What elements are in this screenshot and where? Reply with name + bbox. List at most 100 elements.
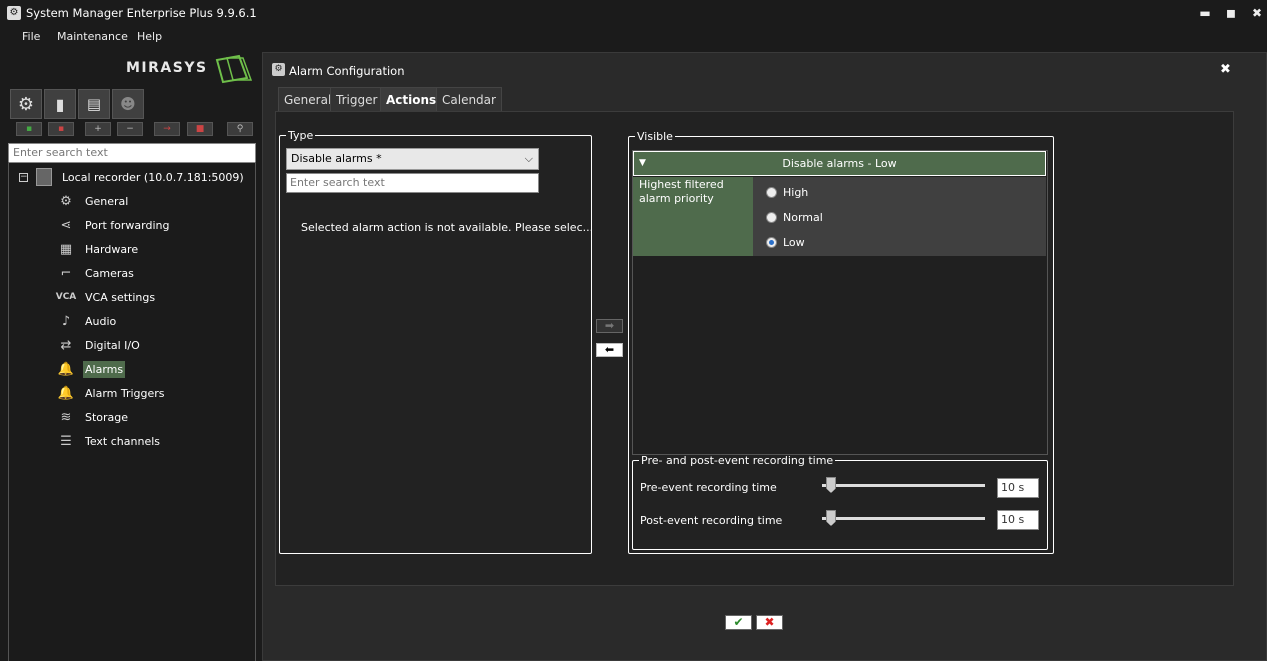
tree-item-storage[interactable]: ≋ Storage (56, 407, 130, 427)
sidebar-tab-users[interactable]: ☻ (112, 89, 144, 119)
gear-app-icon: ⚙ (7, 6, 21, 20)
collapse-triangle-icon: ▼ (639, 158, 646, 168)
microphone-icon: ♪ (61, 313, 71, 329)
expand-all-button[interactable]: + (85, 122, 111, 136)
tab-actions[interactable]: Actions (380, 87, 443, 111)
server-icon: ▮ (55, 94, 65, 114)
tree-item-label: Alarms (83, 360, 126, 378)
type-search-input[interactable]: Enter search text (286, 173, 539, 193)
minimize-button[interactable]: ▬ (1196, 4, 1214, 22)
connect-button[interactable]: ⚲ (227, 122, 253, 136)
visible-item-header[interactable]: ▼ Disable alarms - Low (633, 151, 1046, 176)
remove-device-icon: ▪ (57, 124, 65, 134)
tree-item-alarms[interactable]: 🔔 Alarms (56, 359, 126, 379)
sidebar-tab-settings[interactable]: ⚙ (10, 89, 42, 119)
not-available-message: Selected alarm action is not available. … (301, 221, 594, 234)
move-right-button[interactable]: ➡ (596, 319, 623, 333)
dialog-close-button[interactable]: ✖ (1220, 62, 1231, 77)
recorder-icon (36, 168, 52, 186)
tree-item-hardware[interactable]: ▦ Hardware (56, 239, 140, 259)
menu-maintenance[interactable]: Maintenance (57, 30, 128, 43)
pre-event-label: Pre-event recording time (640, 481, 777, 494)
gear-icon: ⚙ (272, 63, 285, 76)
action-type-select[interactable]: Disable alarms * ⌵ (286, 148, 539, 170)
radio-normal[interactable]: Normal (766, 211, 823, 224)
cross-icon: ✖ (764, 615, 775, 629)
tree-item-general[interactable]: ⚙ General (56, 191, 130, 211)
move-button[interactable]: → (154, 122, 180, 136)
tree-root-label: Local recorder (10.0.7.181:5009) (62, 170, 244, 184)
tree-item-cameras[interactable]: ⌐ Cameras (56, 263, 136, 283)
users-icon: ☻ (120, 95, 136, 113)
brand-logo-text: MIRASYS (126, 60, 208, 76)
radio-high-label: High (783, 186, 809, 199)
plug-icon: ⚲ (236, 124, 244, 134)
tree-item-label: Audio (85, 314, 117, 328)
add-device-icon: ▪ (25, 124, 33, 134)
tree-item-label: General (85, 194, 129, 208)
post-event-value[interactable]: 10 s (997, 510, 1039, 530)
radio-circle-icon (766, 212, 777, 223)
radio-low[interactable]: Low (766, 236, 805, 249)
radio-selected-icon (766, 237, 777, 248)
visible-item-label: Disable alarms - Low (782, 157, 897, 170)
tree-root-local-recorder[interactable]: − Local recorder (10.0.7.181:5009) (19, 168, 244, 186)
sidebar-search-input[interactable]: Enter search text (8, 143, 256, 163)
share-icon: ⋖ (60, 217, 72, 233)
tree-item-label: Digital I/O (85, 338, 140, 352)
radio-normal-label: Normal (783, 211, 823, 224)
move-left-button[interactable]: ⬅ (596, 343, 623, 357)
tree-item-label: Port forwarding (85, 218, 170, 232)
tree-item-label: Hardware (85, 242, 139, 256)
vca-icon: VCA (55, 292, 77, 302)
ok-button[interactable]: ✔ (725, 615, 752, 630)
tree-item-digital-i-o[interactable]: ⇄ Digital I/O (56, 335, 142, 355)
title-bar: ⚙ System Manager Enterprise Plus 9.9.6.1 (0, 0, 1267, 26)
menu-help[interactable]: Help (137, 30, 162, 43)
tree-item-port-forwarding[interactable]: ⋖ Port forwarding (56, 215, 172, 235)
collapse-all-button[interactable]: − (117, 122, 143, 136)
sidebar-tab-servers[interactable]: ▮ (44, 89, 76, 119)
minus-icon: − (126, 124, 134, 134)
pre-event-value[interactable]: 10 s (997, 478, 1039, 498)
tree-panel (8, 162, 256, 661)
collapse-icon[interactable]: − (19, 172, 28, 182)
remove-device-button[interactable]: ▪ (48, 122, 74, 136)
gear-icon: ⚙ (17, 93, 35, 115)
digital-io-icon: ⇄ (60, 337, 72, 353)
visible-legend: Visible (637, 130, 673, 143)
stop-button[interactable]: ■ (187, 122, 213, 136)
arrow-left-icon: ⬅ (604, 343, 615, 356)
pre-event-slider[interactable] (822, 477, 985, 493)
move-icon: → (163, 124, 171, 134)
brand-logo-icon (215, 54, 253, 84)
post-event-slider[interactable] (822, 510, 985, 526)
dialog-title: Alarm Configuration (289, 64, 405, 78)
sidebar-tabs: ⚙ ▮ ▤ ☻ (10, 89, 150, 119)
tree-item-alarm-triggers[interactable]: 🔔 Alarm Triggers (56, 383, 167, 403)
sidebar-toolbar: ▪ ▪ + − → ■ ⚲ (8, 122, 256, 138)
bell-plus-icon: 🔔 (57, 385, 75, 401)
cancel-button[interactable]: ✖ (756, 615, 783, 630)
plus-icon: + (94, 124, 102, 134)
add-device-button[interactable]: ▪ (16, 122, 42, 136)
post-event-label: Post-event recording time (640, 514, 783, 527)
tree-item-audio[interactable]: ♪ Audio (56, 311, 118, 331)
tree-item-text-channels[interactable]: ☰ Text channels (56, 431, 162, 451)
tab-general[interactable]: General (278, 87, 338, 111)
chevron-down-icon: ⌵ (524, 152, 533, 165)
tab-trigger[interactable]: Trigger (330, 87, 384, 111)
tree-item-vca-settings[interactable]: VCA VCA settings (56, 287, 157, 307)
menu-file[interactable]: File (22, 30, 40, 43)
tree-item-label: Alarm Triggers (85, 386, 165, 400)
tab-calendar[interactable]: Calendar (436, 87, 502, 111)
tree-item-label: Cameras (85, 266, 134, 280)
maximize-button[interactable]: ◼ (1222, 4, 1240, 22)
app-title: System Manager Enterprise Plus 9.9.6.1 (26, 6, 257, 20)
camera-icon: ⌐ (60, 265, 72, 281)
sidebar-tab-clipboard[interactable]: ▤ (78, 89, 110, 119)
close-button[interactable]: ✖ (1248, 4, 1266, 22)
radio-high[interactable]: High (766, 186, 808, 199)
type-legend: Type (288, 129, 314, 142)
list-icon: ☰ (60, 433, 72, 449)
